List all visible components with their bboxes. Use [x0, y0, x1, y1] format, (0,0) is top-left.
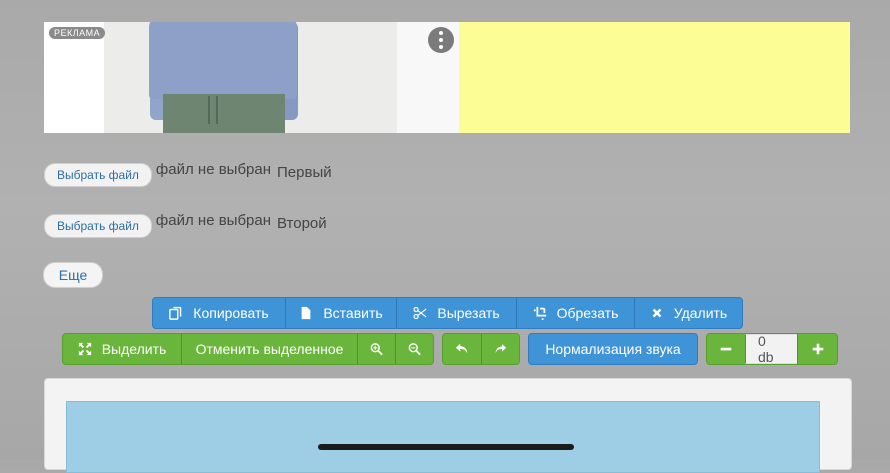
paste-label: Вставить: [323, 305, 383, 321]
crop-icon: [533, 306, 546, 320]
crop-label: Обрезать: [556, 305, 619, 321]
cut-button[interactable]: Вырезать: [396, 298, 516, 328]
minus-icon: [720, 347, 732, 351]
file-label-first: Первый: [277, 164, 332, 181]
ad-model-pants: [163, 94, 285, 133]
ad-model-sweater: [149, 22, 297, 99]
zoom-out-button[interactable]: [395, 334, 433, 364]
choose-file-button-first[interactable]: Выбрать файл: [44, 163, 152, 187]
copy-icon: [169, 306, 182, 320]
volume-value: 0 db: [745, 334, 797, 364]
copy-label: Копировать: [193, 305, 269, 321]
file-row-first: Выбрать файл файл не выбран Первый: [44, 161, 332, 187]
normalize-group: Нормализация звука: [528, 333, 698, 365]
normalize-button[interactable]: Нормализация звука: [529, 334, 697, 364]
crop-button[interactable]: Обрезать: [516, 298, 634, 328]
file-row-second: Выбрать файл файл не выбран Второй: [44, 212, 327, 238]
ad-model-drawstring: [208, 96, 218, 124]
deselect-button[interactable]: Отменить выделенное: [181, 334, 357, 364]
zoom-out-icon: [408, 343, 421, 356]
redo-button[interactable]: [481, 334, 519, 364]
waveform-canvas[interactable]: [66, 401, 820, 473]
ad-banner[interactable]: РЕКЛАМА: [44, 22, 850, 133]
history-toolbar: [442, 333, 520, 365]
file-status-first: файл не выбран: [155, 161, 272, 178]
undo-button[interactable]: [443, 334, 481, 364]
redo-icon: [495, 344, 507, 354]
file-icon: [301, 306, 311, 320]
home-indicator[interactable]: [318, 444, 574, 450]
choose-file-button-second[interactable]: Выбрать файл: [44, 214, 152, 238]
more-vertical-icon[interactable]: [428, 27, 454, 53]
select-button[interactable]: Выделить: [63, 334, 181, 364]
ad-badge: РЕКЛАМА: [49, 27, 106, 39]
ad-image[interactable]: РЕКЛАМА: [44, 22, 459, 133]
copy-button[interactable]: Копировать: [153, 298, 285, 328]
plus-icon: [812, 343, 823, 355]
volume-stepper: 0 db: [706, 333, 838, 365]
deselect-label: Отменить выделенное: [195, 341, 344, 357]
paste-button[interactable]: Вставить: [285, 298, 396, 328]
expand-icon: [78, 342, 91, 356]
zoom-in-button[interactable]: [357, 334, 395, 364]
zoom-in-icon: [370, 343, 383, 356]
select-label: Выделить: [101, 341, 167, 357]
delete-label: Удалить: [673, 305, 728, 321]
volume-increase-button[interactable]: [797, 334, 837, 364]
cut-label: Вырезать: [437, 305, 500, 321]
undo-icon: [455, 343, 468, 354]
file-status-second: файл не выбран: [155, 212, 272, 229]
ad-yellow-panel[interactable]: [459, 22, 850, 133]
file-label-second: Второй: [277, 215, 327, 232]
delete-button[interactable]: Удалить: [634, 298, 742, 328]
edit-toolbar: Копировать Вставить Вырезать Обрезать Уд…: [152, 297, 743, 329]
more-button[interactable]: Еще: [43, 262, 103, 288]
select-toolbar: Выделить Отменить выделенное: [62, 333, 434, 365]
volume-decrease-button[interactable]: [707, 334, 745, 364]
scissors-icon: [413, 306, 427, 320]
close-icon: [652, 308, 662, 318]
